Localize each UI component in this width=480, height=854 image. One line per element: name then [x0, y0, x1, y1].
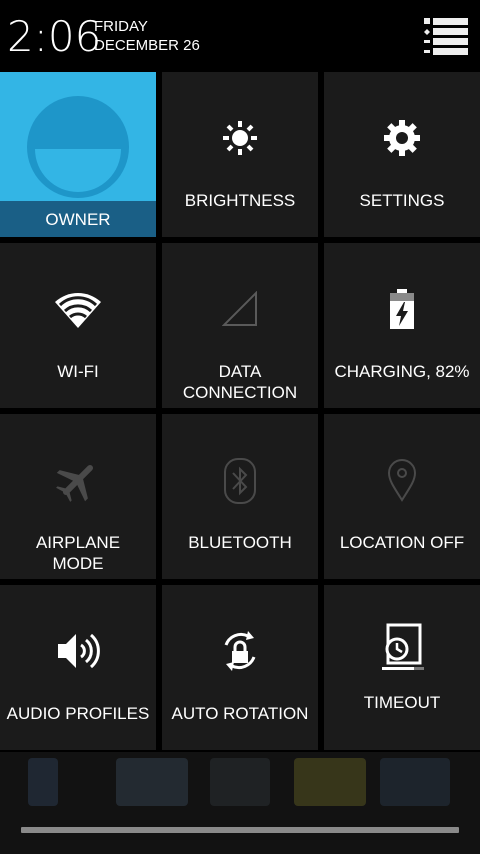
tile-label: AUDIO PROFILES	[6, 704, 150, 723]
tile-settings[interactable]: SETTINGS	[324, 72, 480, 237]
tile-label: LOCATION OFF	[339, 533, 465, 552]
tile-label: DATA CONNECTION	[182, 362, 298, 402]
tile-auto-rotation[interactable]: AUTO ROTATION	[162, 585, 318, 750]
tile-audio-profiles[interactable]: AUDIO PROFILES	[0, 585, 156, 750]
tile-charging[interactable]: CHARGING, 82%	[324, 243, 480, 408]
tile-label: SETTINGS	[359, 191, 445, 210]
tile-brightness[interactable]: BRIGHTNESS	[162, 72, 318, 237]
user-avatar-icon	[27, 96, 129, 198]
background-peek	[0, 752, 480, 854]
tile-timeout[interactable]: TIMEOUT	[324, 585, 480, 750]
speaker-icon	[58, 633, 100, 669]
gear-icon	[384, 120, 420, 156]
tile-label: WI-FI	[57, 362, 99, 381]
tile-label: AUTO ROTATION	[171, 704, 309, 723]
wifi-icon	[55, 293, 101, 328]
timeout-icon	[382, 623, 424, 670]
clock: 2:06	[7, 12, 102, 61]
tile-bluetooth[interactable]: BLUETOOTH	[162, 414, 318, 579]
tile-location[interactable]: LOCATION OFF	[324, 414, 480, 579]
date-block: FRIDAY DECEMBER 26	[94, 17, 200, 55]
settings-list-button[interactable]	[420, 16, 470, 58]
tile-label: OWNER	[45, 210, 111, 229]
day-label: FRIDAY	[94, 18, 148, 35]
rotation-lock-icon	[224, 631, 256, 671]
tile-label: TIMEOUT	[363, 693, 441, 712]
tile-label: AIRPLANE MODE	[35, 533, 121, 573]
signal-icon	[222, 291, 257, 326]
tile-data-connection[interactable]: DATA CONNECTION	[162, 243, 318, 408]
date-label: DECEMBER 26	[94, 37, 200, 54]
bluetooth-icon	[224, 458, 256, 504]
tile-owner[interactable]: OWNER	[0, 72, 156, 237]
tile-airplane-mode[interactable]: AIRPLANE MODE	[0, 414, 156, 579]
brightness-icon	[223, 121, 257, 155]
battery-charging-icon	[390, 289, 414, 329]
tile-label: BRIGHTNESS	[184, 191, 296, 210]
tile-label: CHARGING, 82%	[334, 362, 470, 381]
tile-label: BLUETOOTH	[188, 533, 292, 552]
tile-wifi[interactable]: WI-FI	[0, 243, 156, 408]
airplane-icon	[56, 464, 94, 502]
list-settings-icon	[424, 18, 468, 55]
status-bar: 2:06 FRIDAY DECEMBER 26	[0, 0, 480, 72]
drag-handle[interactable]	[21, 827, 459, 833]
location-pin-icon	[387, 459, 417, 502]
